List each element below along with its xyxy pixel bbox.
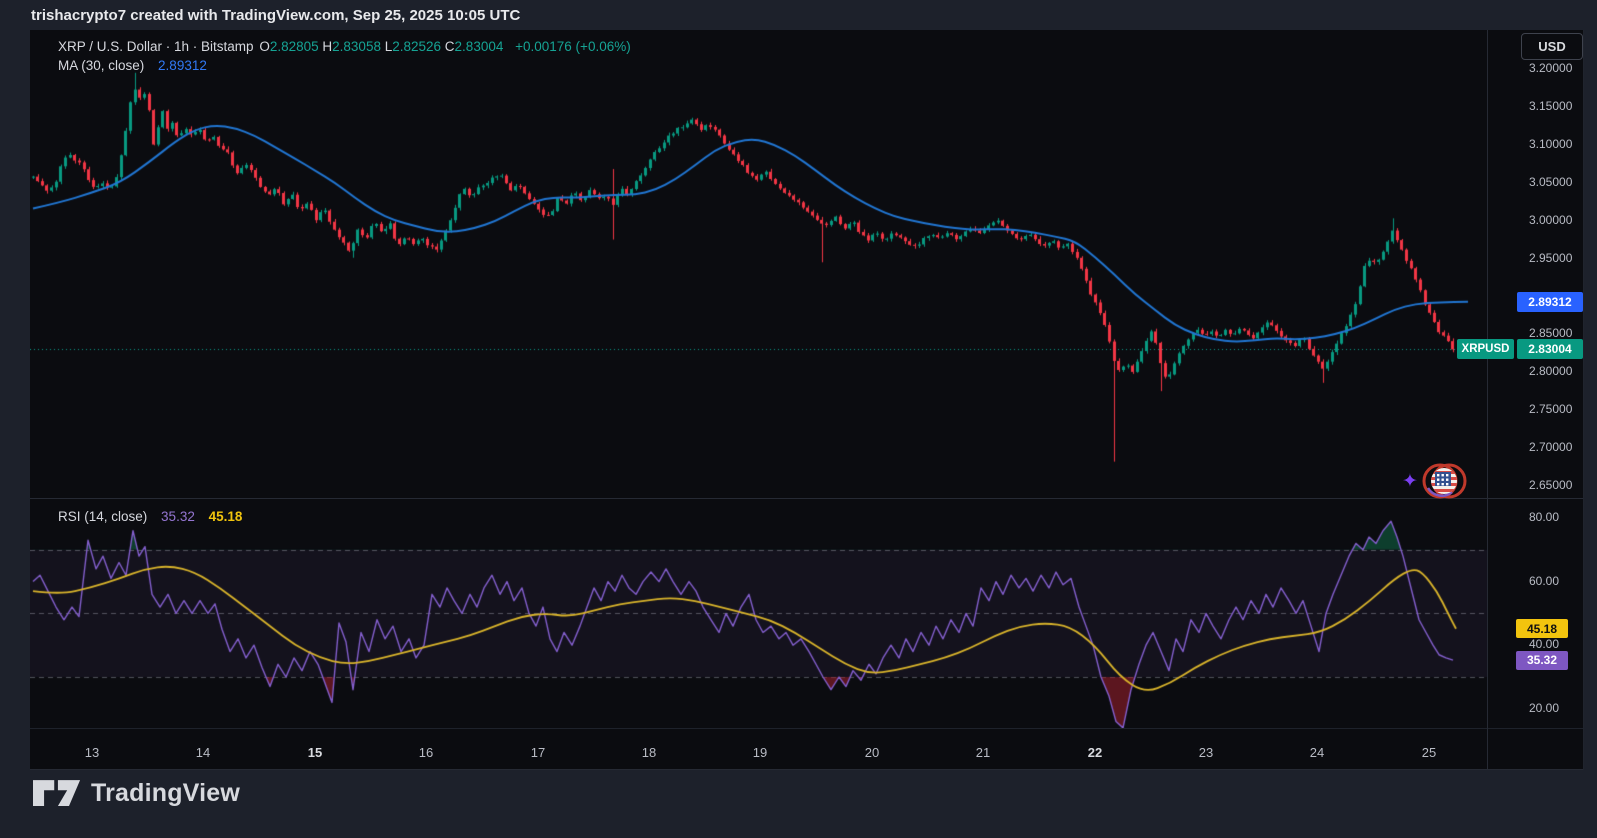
- currency-toggle-button[interactable]: USD: [1521, 33, 1583, 60]
- ohlc-key: H: [319, 39, 333, 54]
- tradingview-logo[interactable]: TradingView: [33, 779, 240, 808]
- time-axis-label: 15: [308, 745, 322, 760]
- price-axis-label: 3.05000: [1529, 175, 1572, 189]
- time-axis-label: 23: [1199, 745, 1213, 760]
- price-axis-label: 3.15000: [1529, 99, 1572, 113]
- panel-right-border: [1583, 30, 1584, 770]
- time-axis-label: 18: [642, 745, 656, 760]
- ohlc-val: 2.82805: [270, 39, 319, 54]
- time-axis-label: 22: [1088, 745, 1102, 760]
- ma-price-badge: 2.89312: [1517, 292, 1583, 312]
- rsi-legend[interactable]: RSI (14, close) 35.32 45.18: [58, 509, 242, 524]
- price-axis-label: 2.75000: [1529, 402, 1572, 416]
- tradingview-chart-screenshot: trishacrypto7 created with TradingView.c…: [0, 0, 1597, 838]
- price-chart-canvas[interactable]: [30, 30, 1487, 498]
- ohlc-key: O: [259, 39, 270, 54]
- tradingview-brand-text: TradingView: [91, 779, 240, 808]
- rsi-axis-label: 80.00: [1529, 510, 1559, 524]
- price-axis-label: 2.85000: [1529, 326, 1572, 340]
- rsi-ma-value: 45.18: [209, 509, 243, 524]
- price-axis-label: 3.20000: [1529, 61, 1572, 75]
- time-axis-border: [30, 728, 1584, 729]
- time-axis-label: 25: [1422, 745, 1436, 760]
- rsi-ma-badge: 45.18: [1516, 619, 1568, 638]
- ohlc-val: 2.83004: [455, 39, 504, 54]
- symbol-legend[interactable]: XRP / U.S. Dollar · 1h · Bitstamp O2.828…: [58, 39, 631, 54]
- last-price-badge: 2.83004: [1517, 339, 1583, 359]
- ohlc-key: L: [381, 39, 392, 54]
- rsi-label: RSI (14, close): [58, 509, 147, 524]
- time-axis-label: 20: [865, 745, 879, 760]
- attribution-text: trishacrypto7 created with TradingView.c…: [31, 7, 520, 24]
- rsi-indicator-canvas[interactable]: [30, 499, 1487, 728]
- price-axis-label: 2.70000: [1529, 440, 1572, 454]
- ohlc-val: 2.83058: [332, 39, 381, 54]
- ohlc-val: 2.82526: [392, 39, 441, 54]
- sparkle-icon: ✦: [1402, 470, 1418, 493]
- ohlc-key: C: [441, 39, 455, 54]
- tradingview-logo-icon: [33, 779, 81, 808]
- price-axis-border: [1487, 30, 1488, 770]
- price-axis-label: 3.10000: [1529, 137, 1572, 151]
- rsi-value-badge: 35.32: [1516, 651, 1568, 670]
- price-axis-label: 2.65000: [1529, 478, 1572, 492]
- price-axis-label: 2.95000: [1529, 251, 1572, 265]
- ma-legend[interactable]: MA (30, close) 2.89312: [58, 58, 207, 73]
- time-axis-label: 19: [753, 745, 767, 760]
- price-axis-label: 3.00000: [1529, 213, 1572, 227]
- rsi-value: 35.32: [161, 509, 195, 524]
- time-axis-label: 13: [85, 745, 99, 760]
- last-price-symbol-badge: XRPUSD: [1457, 339, 1514, 359]
- ma-value: 2.89312: [158, 58, 207, 73]
- time-axis-label: 14: [196, 745, 210, 760]
- time-axis-label: 16: [419, 745, 433, 760]
- time-axis-label: 24: [1310, 745, 1324, 760]
- rsi-axis-label: 60.00: [1529, 574, 1559, 588]
- ma-label: MA (30, close): [58, 58, 144, 73]
- rsi-axis-label: 20.00: [1529, 701, 1559, 715]
- time-axis-label: 21: [976, 745, 990, 760]
- symbol-title: XRP / U.S. Dollar · 1h · Bitstamp: [58, 39, 254, 54]
- panel-bottom-border: [30, 769, 1584, 770]
- price-axis-label: 2.80000: [1529, 364, 1572, 378]
- change-value: +0.00176 (+0.06%): [515, 39, 631, 54]
- ohlc-values: O2.82805 H2.83058 L2.82526 C2.83004: [259, 39, 503, 54]
- time-axis-label: 17: [531, 745, 545, 760]
- flag-watermark[interactable]: ✦: [1402, 458, 1470, 504]
- rsi-axis-label: 40.00: [1529, 637, 1559, 651]
- pane-separator[interactable]: [30, 498, 1584, 499]
